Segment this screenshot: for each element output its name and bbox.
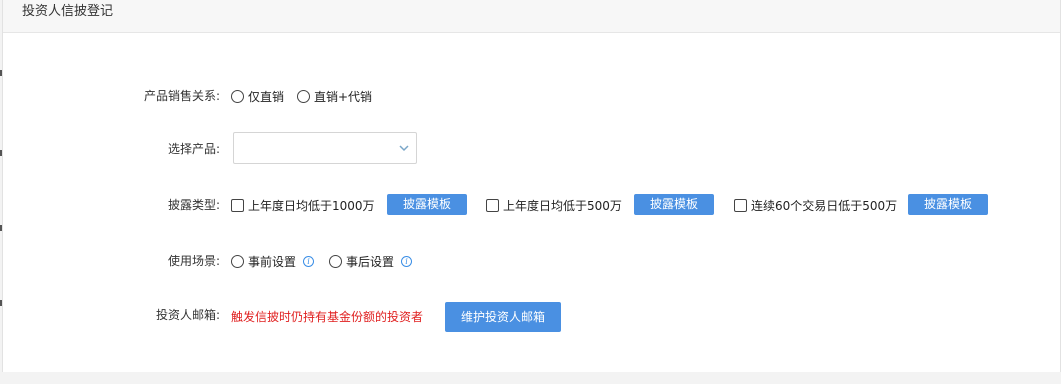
- investor-email-label: 投资人邮箱:: [155, 308, 220, 322]
- disclosure-type-label: 披露类型:: [167, 198, 220, 212]
- disclosure-template-button-3[interactable]: 披露模板: [908, 194, 988, 215]
- panel-header: 投资人信披登记: [3, 0, 1060, 33]
- checkbox-below-500w[interactable]: 上年度日均低于500万: [486, 190, 622, 220]
- usage-scene-label: 使用场景:: [167, 254, 220, 268]
- disclosure-registration-panel: 投资人信披登记 产品销售关系: 仅直销 直销+代销 选择产品: 披露类型: 上年…: [2, 0, 1061, 372]
- sales-relation-label: 产品销售关系:: [143, 89, 220, 103]
- radio-post-setting[interactable]: 事后设置 i: [329, 246, 413, 276]
- sales-relation-row: 产品销售关系: 仅直销 直销+代销: [3, 81, 1060, 111]
- radio-label: 事前设置: [248, 254, 297, 269]
- info-icon[interactable]: i: [303, 255, 315, 267]
- checkbox-60-days-below-500w[interactable]: 连续60个交易日低于500万: [734, 190, 897, 220]
- radio-direct-only[interactable]: 仅直销: [231, 81, 284, 111]
- info-icon[interactable]: i: [401, 255, 413, 267]
- radio-label: 事后设置: [346, 254, 395, 269]
- checkbox-below-1000w[interactable]: 上年度日均低于1000万: [231, 190, 375, 220]
- edge-mark: [0, 300, 2, 306]
- checkbox-label: 连续60个交易日低于500万: [751, 198, 898, 213]
- radio-label: 仅直销: [248, 89, 285, 104]
- radio-direct-and-agency[interactable]: 直销+代销: [297, 81, 372, 111]
- checkbox[interactable]: [231, 198, 244, 212]
- radio-button[interactable]: [329, 254, 342, 268]
- edge-mark: [0, 225, 2, 231]
- radio-button[interactable]: [231, 254, 244, 268]
- disclosure-template-button-1[interactable]: 披露模板: [387, 194, 467, 215]
- product-select[interactable]: [233, 132, 417, 164]
- checkbox-label: 上年度日均低于1000万: [248, 198, 375, 213]
- edge-mark: [0, 150, 2, 156]
- product-select-row: 选择产品:: [3, 134, 1060, 164]
- radio-button[interactable]: [231, 89, 244, 103]
- investor-email-row: 投资人邮箱: 触发信披时仍持有基金份额的投资者 维护投资人邮箱: [3, 300, 1060, 332]
- product-select-label: 选择产品:: [167, 142, 220, 156]
- edge-mark: [0, 70, 2, 76]
- checkbox-label: 上年度日均低于500万: [503, 198, 622, 213]
- radio-button[interactable]: [297, 89, 310, 103]
- checkbox[interactable]: [734, 198, 747, 212]
- disclosure-type-row: 披露类型: 上年度日均低于1000万 披露模板 上年度日均低于500万 披露模板…: [3, 190, 1060, 220]
- usage-scene-row: 使用场景: 事前设置 i 事后设置 i: [3, 246, 1060, 276]
- page-title: 投资人信披登记: [22, 4, 114, 19]
- radio-label: 直销+代销: [314, 89, 373, 104]
- maintain-investor-email-button[interactable]: 维护投资人邮箱: [445, 302, 561, 332]
- disclosure-template-button-2[interactable]: 披露模板: [634, 194, 714, 215]
- radio-pre-setting[interactable]: 事前设置 i: [231, 246, 315, 276]
- chevron-down-icon: [399, 145, 409, 152]
- email-warning-text: 触发信披时仍持有基金份额的投资者: [231, 310, 424, 324]
- checkbox[interactable]: [486, 198, 499, 212]
